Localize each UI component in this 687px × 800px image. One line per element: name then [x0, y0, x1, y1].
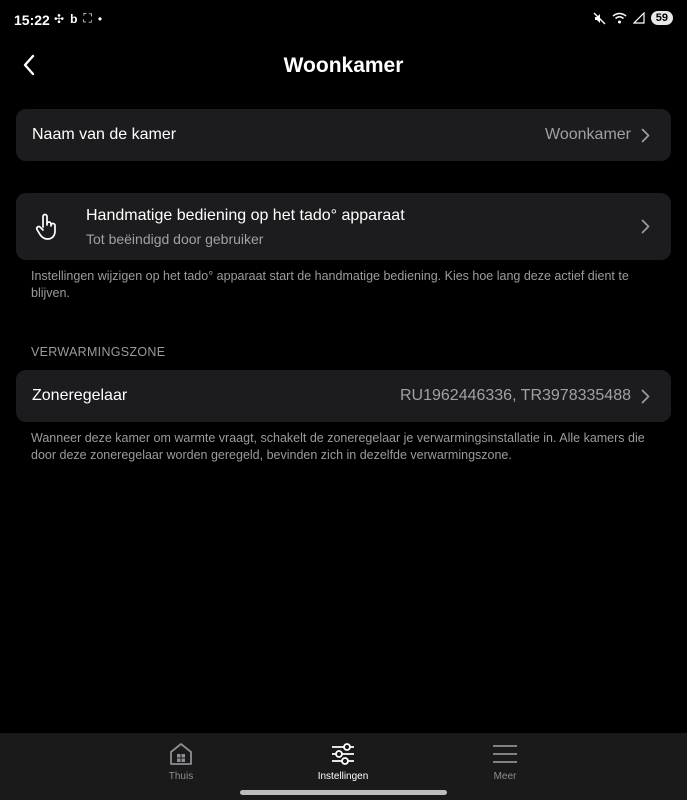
manual-control-title: Handmatige bediening op het tado° appara… [86, 206, 405, 224]
zone-controller-value: RU1962446336, TR3978335488 [399, 387, 631, 404]
zone-controller-row[interactable]: Zoneregelaar RU1962446336, TR3978335488 [16, 370, 671, 422]
pinwheel-icon: ✣ [54, 11, 65, 26]
manual-control-subtitle: Tot beëindigd door gebruiker [86, 230, 264, 247]
section-heading-heating-zone: VERWARMINGSZONE [31, 345, 166, 359]
room-name-value: Woonkamer [545, 126, 631, 143]
battery-level: 59 [650, 11, 673, 25]
wifi-icon [612, 12, 627, 24]
mute-icon [593, 12, 606, 24]
house-icon [170, 743, 192, 765]
zone-controller-note: Wanneer deze kamer om warmte vraagt, sch… [31, 431, 645, 462]
status-right-icons: 59 [593, 11, 673, 25]
manual-control-row[interactable]: Handmatige bediening op het tado° appara… [16, 193, 671, 260]
notification-dot-icon: • [97, 11, 103, 26]
chevron-right-icon [641, 219, 655, 235]
nav-item-more[interactable]: Meer [445, 741, 565, 782]
nav-label-settings: Instellingen [317, 771, 369, 782]
menu-icon [493, 745, 517, 763]
nav-item-home[interactable]: Thuis [121, 741, 241, 782]
nav-label-more: Meer [493, 771, 517, 782]
home-indicator[interactable] [240, 790, 447, 795]
nav-label-home: Thuis [168, 771, 194, 782]
status-time: 15:22 [14, 12, 50, 28]
signal-icon [632, 12, 645, 24]
hand-pointer-icon [32, 213, 62, 241]
page-title: Woonkamer [283, 54, 404, 77]
chevron-right-icon [641, 388, 655, 404]
screenshot-icon: ⛶ [83, 11, 92, 25]
screen: 15:22 ✣ b ⛶ • 59 Woonkamer Naam van de k… [0, 0, 687, 800]
b-icon: b [70, 11, 78, 26]
status-bar: 15:22 ✣ b ⛶ • 59 [0, 0, 687, 40]
room-name-row[interactable]: Naam van de kamer Woonkamer [16, 109, 671, 161]
status-left-icons: ✣ b ⛶ • [54, 11, 102, 26]
chevron-right-icon [641, 127, 655, 143]
nav-item-settings[interactable]: Instellingen [283, 741, 403, 782]
room-name-label: Naam van de kamer [32, 126, 177, 143]
manual-control-note: Instellingen wijzigen op het tado° appar… [31, 269, 629, 300]
zone-controller-label: Zoneregelaar [32, 387, 128, 404]
manual-control-text: Handmatige bediening op het tado° appara… [86, 207, 405, 247]
sliders-icon [332, 743, 354, 765]
